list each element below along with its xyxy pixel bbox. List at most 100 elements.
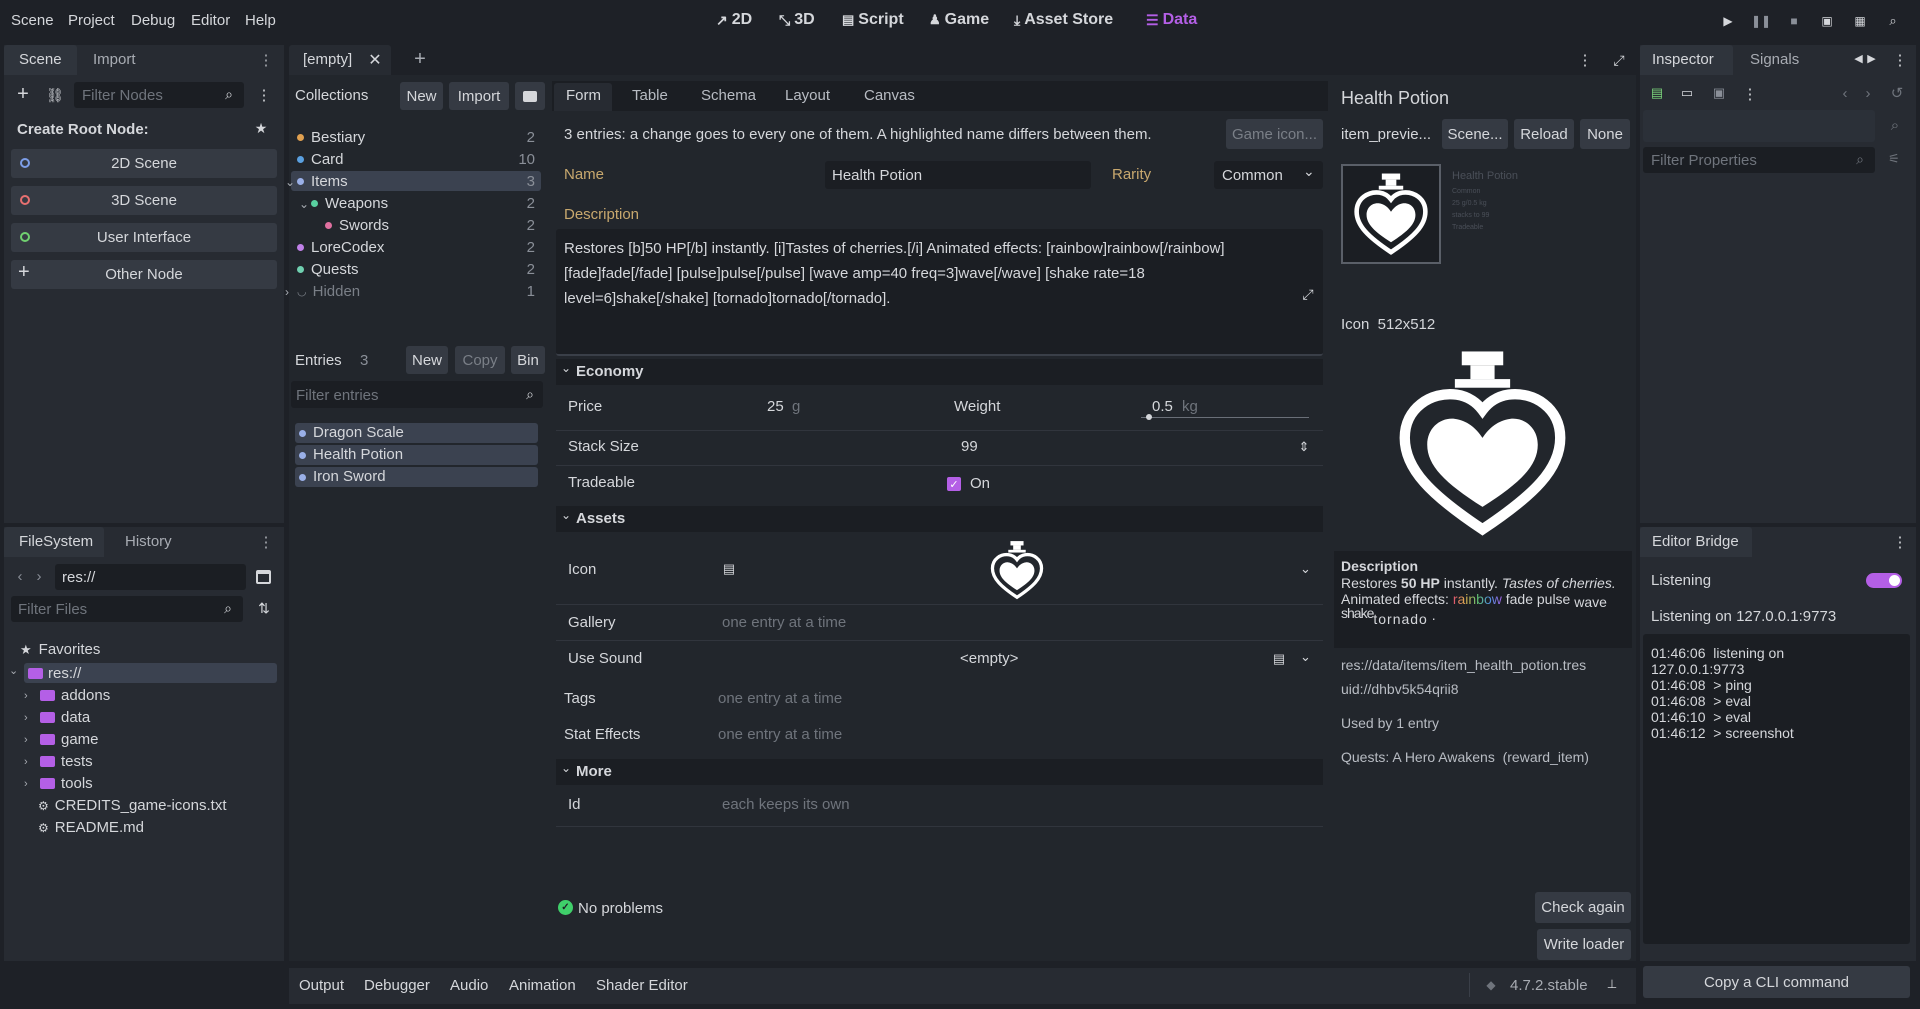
- kebab-menu-icon[interactable]: ⋮: [1893, 50, 1908, 70]
- price-value[interactable]: 25: [767, 398, 784, 415]
- collection-item[interactable]: Quests: [297, 261, 359, 278]
- tab-animation[interactable]: Animation: [509, 977, 576, 994]
- back-icon[interactable]: ‹: [14, 568, 26, 585]
- kebab-menu-icon[interactable]: ⋮: [257, 85, 272, 105]
- link-icon[interactable]: ⛓: [46, 86, 64, 104]
- history-forward-icon[interactable]: ›: [1862, 85, 1874, 102]
- forward-icon[interactable]: ›: [33, 568, 45, 585]
- kebab-menu-icon[interactable]: ⋮: [259, 532, 274, 552]
- import-collection-button[interactable]: Import: [449, 82, 509, 110]
- listening-toggle[interactable]: [1866, 573, 1902, 588]
- workspace-data-button[interactable]: ☰ Data: [1146, 11, 1197, 29]
- new-resource-icon[interactable]: ▤: [1649, 85, 1665, 101]
- tab-signals[interactable]: Signals: [1750, 51, 1799, 68]
- folder-button[interactable]: [515, 82, 545, 110]
- new-entry-button[interactable]: New: [406, 346, 448, 374]
- next-dock-icon[interactable]: ▶: [1866, 51, 1877, 65]
- check-again-button[interactable]: Check again: [1535, 892, 1631, 923]
- kebab-menu-icon[interactable]: ⋮: [1893, 532, 1908, 552]
- workspace-game-button[interactable]: ♟ Game: [929, 11, 989, 29]
- tab-debugger[interactable]: Debugger: [364, 977, 430, 994]
- entry-item[interactable]: Dragon Scale: [295, 423, 538, 443]
- folder-item[interactable]: › game: [24, 731, 99, 748]
- collection-item[interactable]: Card: [297, 151, 344, 168]
- pause-icon[interactable]: ❚❚: [1751, 12, 1771, 30]
- folder-item[interactable]: › tests: [24, 753, 93, 770]
- stop-icon[interactable]: ■: [1785, 12, 1803, 30]
- assets-header[interactable]: [556, 506, 1323, 532]
- spinner-icon[interactable]: ⇕: [1297, 437, 1311, 457]
- weight-slider-track[interactable]: [1141, 417, 1309, 418]
- prev-dock-icon[interactable]: ◀: [1853, 51, 1864, 65]
- copy-entry-button[interactable]: Copy: [455, 346, 505, 374]
- tab-schema[interactable]: Schema: [701, 87, 756, 104]
- collection-item[interactable]: Swords: [325, 217, 389, 234]
- bin-entry-button[interactable]: Bin: [511, 346, 545, 374]
- icon-thumbnail[interactable]: [989, 540, 1045, 600]
- tab-output[interactable]: Output: [299, 977, 344, 994]
- favorites-item[interactable]: ★ Favorites: [20, 641, 100, 658]
- clapper-icon[interactable]: ▦: [1851, 12, 1869, 30]
- collection-item[interactable]: ⌄ Items: [285, 173, 348, 190]
- write-loader-button[interactable]: Write loader: [1537, 929, 1631, 960]
- tradeable-checkbox[interactable]: ✓: [947, 477, 961, 491]
- split-view-icon[interactable]: [256, 570, 271, 584]
- sort-icon[interactable]: ⇅: [256, 600, 272, 616]
- file-item[interactable]: ⚙ README.md: [38, 819, 144, 836]
- filter-options-icon[interactable]: ⚟: [1886, 151, 1902, 167]
- play-icon[interactable]: ▶: [1719, 12, 1737, 30]
- workspace-2d-button[interactable]: ↗ 2D: [716, 11, 752, 29]
- entry-item[interactable]: Health Potion: [295, 445, 538, 465]
- load-file-icon[interactable]: ▤: [720, 560, 738, 578]
- kebab-menu-icon[interactable]: ⋮: [1578, 50, 1593, 70]
- search-scene-icon[interactable]: ⌕: [1884, 12, 1902, 30]
- movie-icon[interactable]: ▣: [1818, 12, 1836, 30]
- collection-item[interactable]: LoreCodex: [297, 239, 384, 256]
- menu-debug[interactable]: Debug: [131, 12, 175, 29]
- none-button[interactable]: None: [1580, 119, 1630, 149]
- menu-project[interactable]: Project: [68, 12, 115, 29]
- folder-item[interactable]: › data: [24, 709, 90, 726]
- economy-header[interactable]: [556, 359, 1323, 385]
- object-search-icon[interactable]: ⌕: [1887, 117, 1903, 134]
- fullscreen-icon[interactable]: ⤢: [1610, 50, 1628, 70]
- reload-button[interactable]: Reload: [1514, 119, 1574, 149]
- star-icon[interactable]: ★: [253, 120, 269, 136]
- save-icon[interactable]: ▣: [1711, 85, 1727, 101]
- open-folder-icon[interactable]: ▭: [1679, 85, 1695, 101]
- new-collection-button[interactable]: New: [400, 82, 443, 110]
- history-back-icon[interactable]: ‹: [1839, 85, 1851, 102]
- load-file-icon[interactable]: ▤: [1270, 650, 1288, 668]
- collection-item[interactable]: › ◡ Hidden: [285, 283, 360, 300]
- chevron-down-icon[interactable]: ⌄: [1300, 561, 1311, 577]
- scene-button[interactable]: Scene...: [1442, 119, 1508, 149]
- tab-canvas[interactable]: Canvas: [864, 87, 915, 104]
- menu-editor[interactable]: Editor: [191, 12, 230, 29]
- game-icon-button[interactable]: Game icon...: [1226, 119, 1323, 149]
- entry-item[interactable]: Iron Sword: [295, 467, 538, 487]
- close-icon[interactable]: ✕: [368, 50, 382, 70]
- pin-icon[interactable]: ⊥: [1605, 976, 1619, 992]
- stack-size-value[interactable]: 99: [961, 438, 978, 455]
- copy-cli-command-button[interactable]: Copy a CLI command: [1643, 966, 1910, 998]
- tab-audio[interactable]: Audio: [450, 977, 488, 994]
- menu-help[interactable]: Help: [245, 12, 276, 29]
- quest-reference[interactable]: Quests: A Hero Awakens (reward_item): [1341, 749, 1589, 765]
- expand-icon[interactable]: ⤢: [1299, 285, 1317, 303]
- folder-item[interactable]: › tools: [24, 775, 93, 792]
- folder-item[interactable]: › addons: [24, 687, 110, 704]
- file-item[interactable]: ⚙ CREDITS_game-icons.txt: [38, 797, 226, 814]
- kebab-menu-icon[interactable]: ⋮: [1743, 84, 1758, 104]
- history-icon[interactable]: ↺: [1889, 85, 1905, 102]
- chevron-down-icon[interactable]: ⌄: [1300, 649, 1311, 665]
- workspace-assetstore-button[interactable]: ⤓ Asset Store: [1014, 11, 1113, 29]
- menu-scene[interactable]: Scene: [11, 12, 54, 29]
- workspace-3d-button[interactable]: ⤡ 3D: [779, 11, 815, 29]
- add-node-icon[interactable]: +: [14, 83, 32, 105]
- collection-item[interactable]: ⌄ Weapons: [299, 195, 388, 212]
- tab-history[interactable]: History: [125, 533, 172, 550]
- tab-import[interactable]: Import: [93, 51, 136, 68]
- tab-layout[interactable]: Layout: [785, 87, 830, 104]
- more-header[interactable]: [556, 759, 1323, 785]
- use-sound-value[interactable]: <empty>: [960, 650, 1018, 667]
